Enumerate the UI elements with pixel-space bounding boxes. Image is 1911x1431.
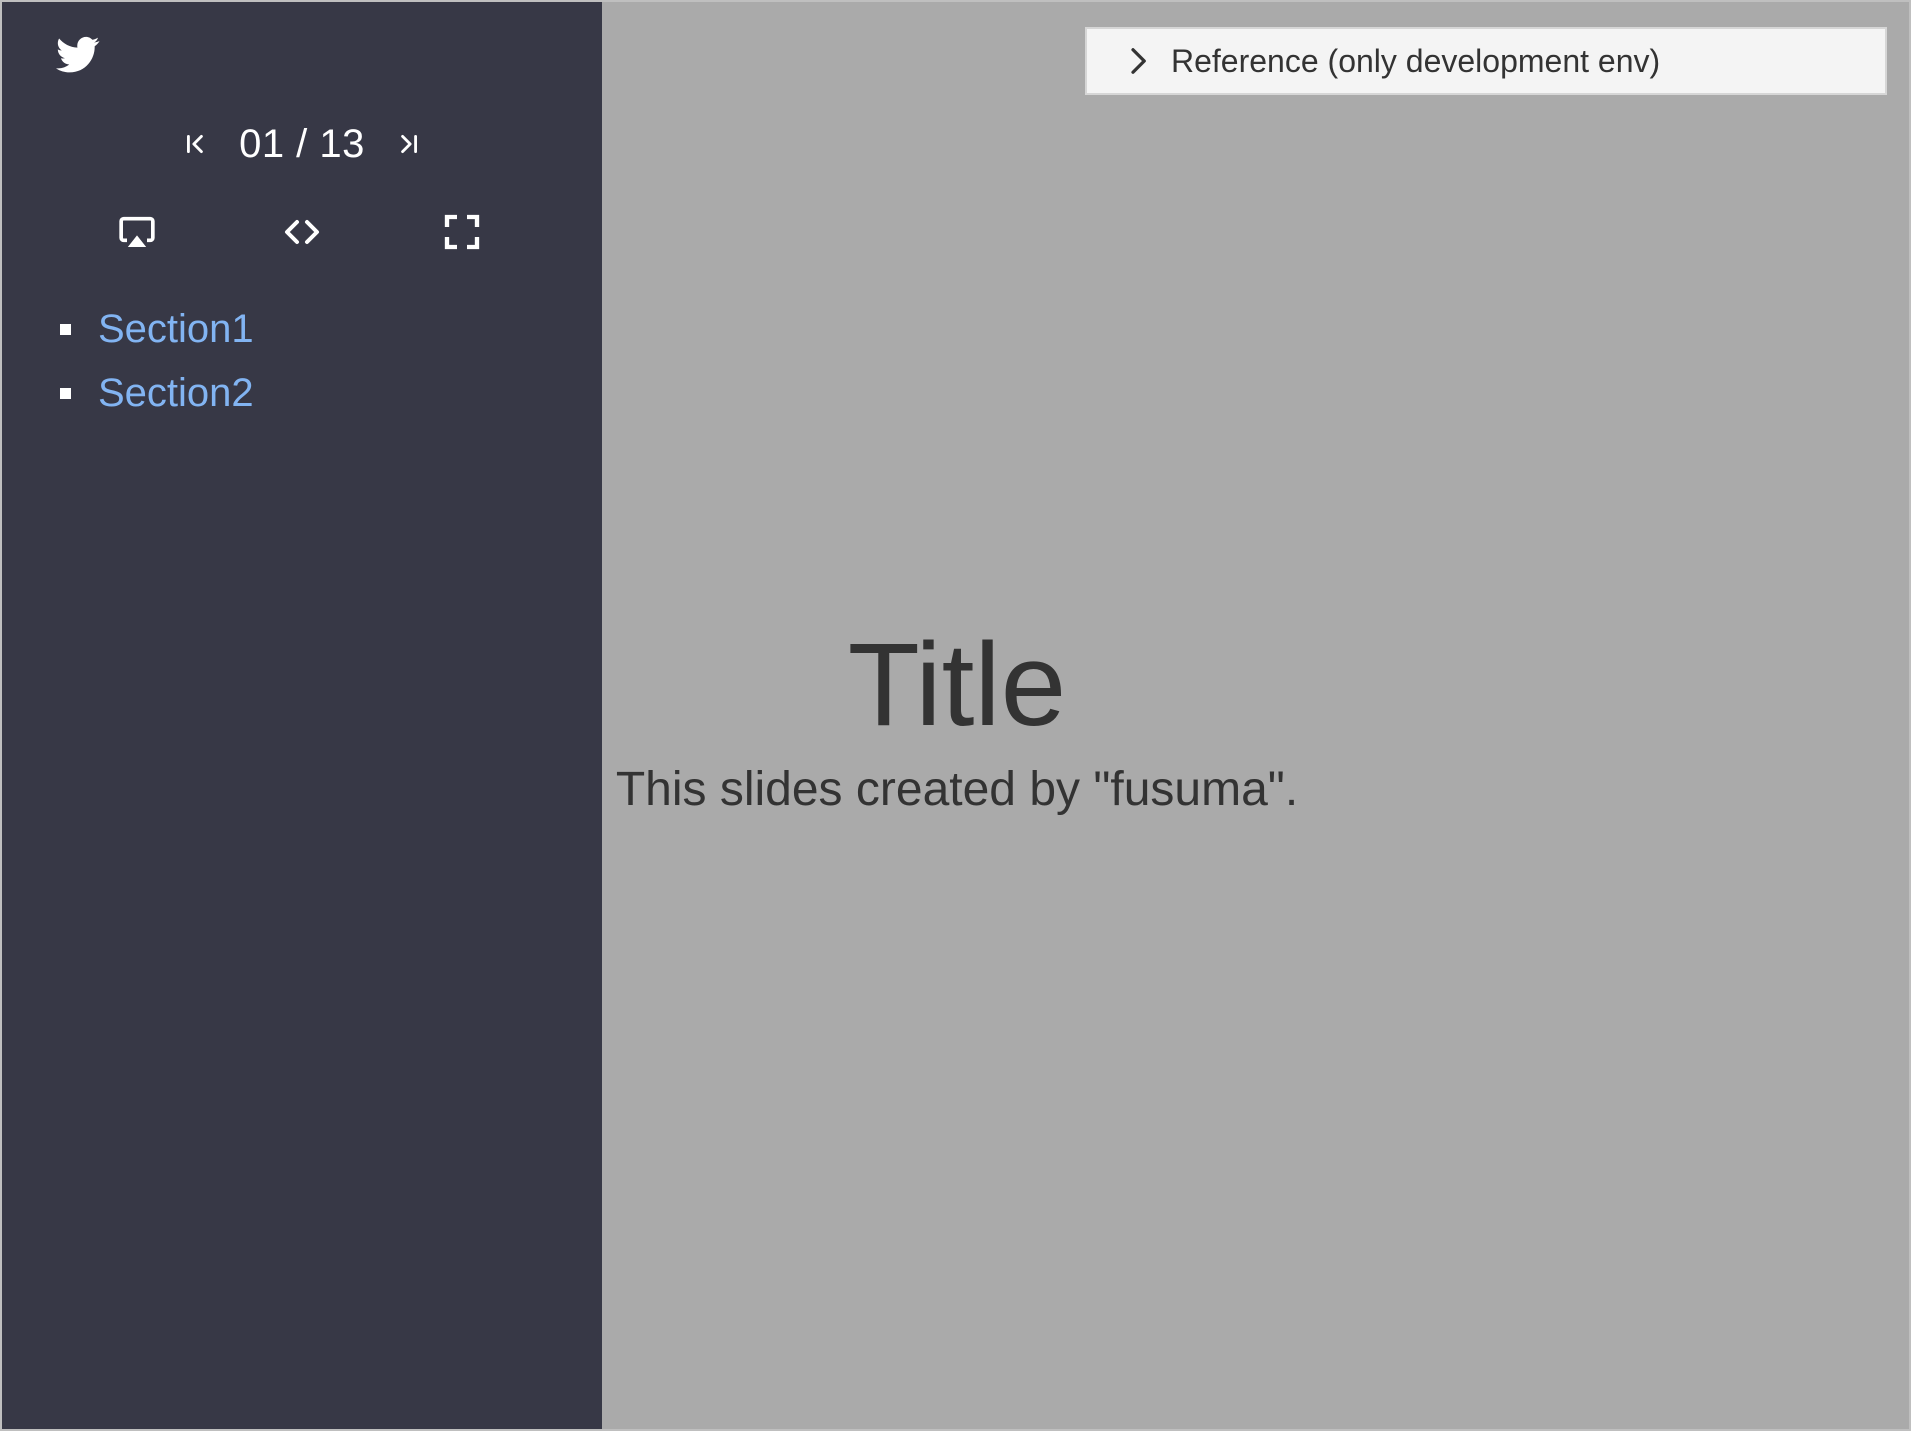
slide-title: Title [847,619,1067,751]
toolbar [2,207,602,257]
code-icon [285,220,319,244]
last-page-icon [401,135,417,153]
last-page-button[interactable] [391,124,425,164]
slide-subtitle: This slides created by "fusuma". [615,763,1299,816]
twitter-share-button[interactable] [56,36,100,76]
code-button[interactable] [277,207,327,257]
twitter-icon [56,36,100,73]
first-page-button[interactable] [179,124,213,164]
toc-item-section1: Section1 [2,297,602,361]
chevron-right-icon [1131,48,1146,74]
app-window: 01 / 13 Section1 Section2 Reference (onl… [0,0,1911,1431]
sidebar: 01 / 13 Section1 Section2 [2,2,602,1429]
fullscreen-icon [444,214,480,250]
pager: 01 / 13 [2,114,602,174]
airplay-icon [119,216,155,247]
page-indicator: 01 / 13 [239,121,365,166]
reference-label: Reference (only development env) [1171,42,1661,79]
toc-item-section2: Section2 [2,361,602,425]
presenter-mode-button[interactable] [112,207,162,257]
list-bullet [60,388,71,399]
toc-link-section1[interactable]: Section1 [98,307,254,352]
toc-link-section2[interactable]: Section2 [98,371,254,416]
first-page-icon [187,135,203,153]
list-bullet [60,324,71,335]
reference-toggle[interactable]: Reference (only development env) [1085,27,1887,95]
fullscreen-button[interactable] [437,207,487,257]
table-of-contents: Section1 Section2 [2,297,602,425]
